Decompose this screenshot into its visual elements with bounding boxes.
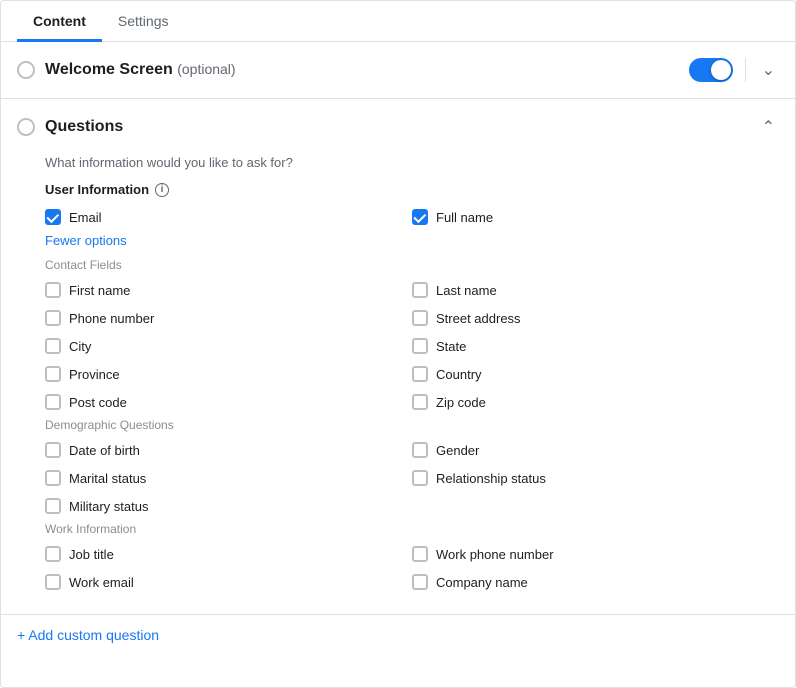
questions-content-body: What information would you like to ask f… bbox=[1, 155, 795, 614]
welcome-screen-header-right: ⌄ bbox=[689, 56, 779, 84]
first-name-checkbox[interactable] bbox=[45, 282, 61, 298]
questions-section: Questions ⌃ What information would you l… bbox=[1, 99, 795, 655]
military-status-label: Military status bbox=[69, 499, 148, 514]
work-email-checkbox[interactable] bbox=[45, 574, 61, 590]
city-checkbox[interactable] bbox=[45, 338, 61, 354]
last-name-checkbox[interactable] bbox=[412, 282, 428, 298]
contact-fields-label: Contact Fields bbox=[45, 258, 779, 272]
gender-item: Gender bbox=[412, 438, 779, 462]
work-email-item: Work email bbox=[45, 570, 412, 594]
toggle-knob bbox=[711, 60, 731, 80]
header-divider bbox=[745, 58, 746, 82]
work-phone-number-label: Work phone number bbox=[436, 547, 554, 562]
tab-settings[interactable]: Settings bbox=[102, 1, 185, 42]
work-email-label: Work email bbox=[69, 575, 134, 590]
email-field-item: Email bbox=[45, 205, 412, 229]
street-address-label: Street address bbox=[436, 311, 521, 326]
relationship-status-checkbox[interactable] bbox=[412, 470, 428, 486]
post-code-label: Post code bbox=[69, 395, 127, 410]
questions-chevron-up[interactable]: ⌃ bbox=[758, 113, 779, 141]
country-item: Country bbox=[412, 362, 779, 386]
province-item: Province bbox=[45, 362, 412, 386]
city-item: City bbox=[45, 334, 412, 358]
contact-fields-grid: First name Last name Phone number Street… bbox=[45, 278, 779, 414]
company-name-item: Company name bbox=[412, 570, 779, 594]
zip-code-label: Zip code bbox=[436, 395, 486, 410]
date-of-birth-item: Date of birth bbox=[45, 438, 412, 462]
full-name-checkbox[interactable] bbox=[412, 209, 428, 225]
first-name-label: First name bbox=[69, 283, 130, 298]
relationship-status-label: Relationship status bbox=[436, 471, 546, 486]
province-label: Province bbox=[69, 367, 120, 382]
first-name-item: First name bbox=[45, 278, 412, 302]
military-status-checkbox[interactable] bbox=[45, 498, 61, 514]
user-information-info-icon[interactable]: i bbox=[155, 183, 169, 197]
marital-status-label: Marital status bbox=[69, 471, 146, 486]
zip-code-checkbox[interactable] bbox=[412, 394, 428, 410]
user-information-fields: Email Full name bbox=[45, 205, 779, 229]
relationship-status-item: Relationship status bbox=[412, 466, 779, 490]
country-label: Country bbox=[436, 367, 482, 382]
post-code-item: Post code bbox=[45, 390, 412, 414]
street-address-item: Street address bbox=[412, 306, 779, 330]
welcome-screen-optional: (optional) bbox=[177, 61, 235, 77]
demographic-questions-label: Demographic Questions bbox=[45, 418, 779, 432]
tab-content[interactable]: Content bbox=[17, 1, 102, 42]
questions-header: Questions ⌃ bbox=[1, 99, 795, 155]
job-title-checkbox[interactable] bbox=[45, 546, 61, 562]
last-name-item: Last name bbox=[412, 278, 779, 302]
company-name-checkbox[interactable] bbox=[412, 574, 428, 590]
city-label: City bbox=[69, 339, 91, 354]
full-name-label: Full name bbox=[436, 210, 493, 225]
tabs-bar: Content Settings bbox=[1, 1, 795, 42]
welcome-screen-header: Welcome Screen (optional) ⌄ bbox=[1, 42, 795, 98]
date-of-birth-label: Date of birth bbox=[69, 443, 140, 458]
work-phone-number-item: Work phone number bbox=[412, 542, 779, 566]
phone-number-checkbox[interactable] bbox=[45, 310, 61, 326]
job-title-item: Job title bbox=[45, 542, 412, 566]
marital-status-item: Marital status bbox=[45, 466, 412, 490]
work-phone-number-checkbox[interactable] bbox=[412, 546, 428, 562]
phone-number-item: Phone number bbox=[45, 306, 412, 330]
questions-header-left: Questions bbox=[17, 118, 123, 136]
questions-radio[interactable] bbox=[17, 118, 35, 136]
state-item: State bbox=[412, 334, 779, 358]
main-container: Content Settings Welcome Screen (optiona… bbox=[0, 0, 796, 688]
country-checkbox[interactable] bbox=[412, 366, 428, 382]
job-title-label: Job title bbox=[69, 547, 114, 562]
fewer-options-link[interactable]: Fewer options bbox=[45, 233, 779, 248]
questions-title: Questions bbox=[45, 118, 123, 136]
province-checkbox[interactable] bbox=[45, 366, 61, 382]
welcome-screen-chevron-down[interactable]: ⌄ bbox=[758, 56, 779, 84]
last-name-label: Last name bbox=[436, 283, 497, 298]
welcome-screen-title: Welcome Screen bbox=[45, 61, 173, 78]
welcome-screen-header-left: Welcome Screen (optional) bbox=[17, 61, 236, 79]
military-status-item: Military status bbox=[45, 494, 412, 518]
welcome-screen-toggle[interactable] bbox=[689, 58, 733, 82]
state-checkbox[interactable] bbox=[412, 338, 428, 354]
state-label: State bbox=[436, 339, 466, 354]
gender-label: Gender bbox=[436, 443, 479, 458]
work-information-grid: Job title Work phone number Work email C… bbox=[45, 542, 779, 594]
questions-subtitle: What information would you like to ask f… bbox=[45, 155, 779, 170]
zip-code-item: Zip code bbox=[412, 390, 779, 414]
company-name-label: Company name bbox=[436, 575, 528, 590]
date-of-birth-checkbox[interactable] bbox=[45, 442, 61, 458]
full-name-field-item: Full name bbox=[412, 205, 779, 229]
marital-status-checkbox[interactable] bbox=[45, 470, 61, 486]
welcome-screen-radio[interactable] bbox=[17, 61, 35, 79]
gender-checkbox[interactable] bbox=[412, 442, 428, 458]
welcome-screen-section: Welcome Screen (optional) ⌄ bbox=[1, 42, 795, 99]
phone-number-label: Phone number bbox=[69, 311, 154, 326]
email-label: Email bbox=[69, 210, 102, 225]
add-custom-question-link[interactable]: + Add custom question bbox=[1, 615, 795, 655]
work-information-label: Work Information bbox=[45, 522, 779, 536]
user-information-label: User Information i bbox=[45, 182, 779, 197]
street-address-checkbox[interactable] bbox=[412, 310, 428, 326]
email-checkbox[interactable] bbox=[45, 209, 61, 225]
post-code-checkbox[interactable] bbox=[45, 394, 61, 410]
demographic-questions-grid: Date of birth Gender Marital status Rela… bbox=[45, 438, 779, 518]
